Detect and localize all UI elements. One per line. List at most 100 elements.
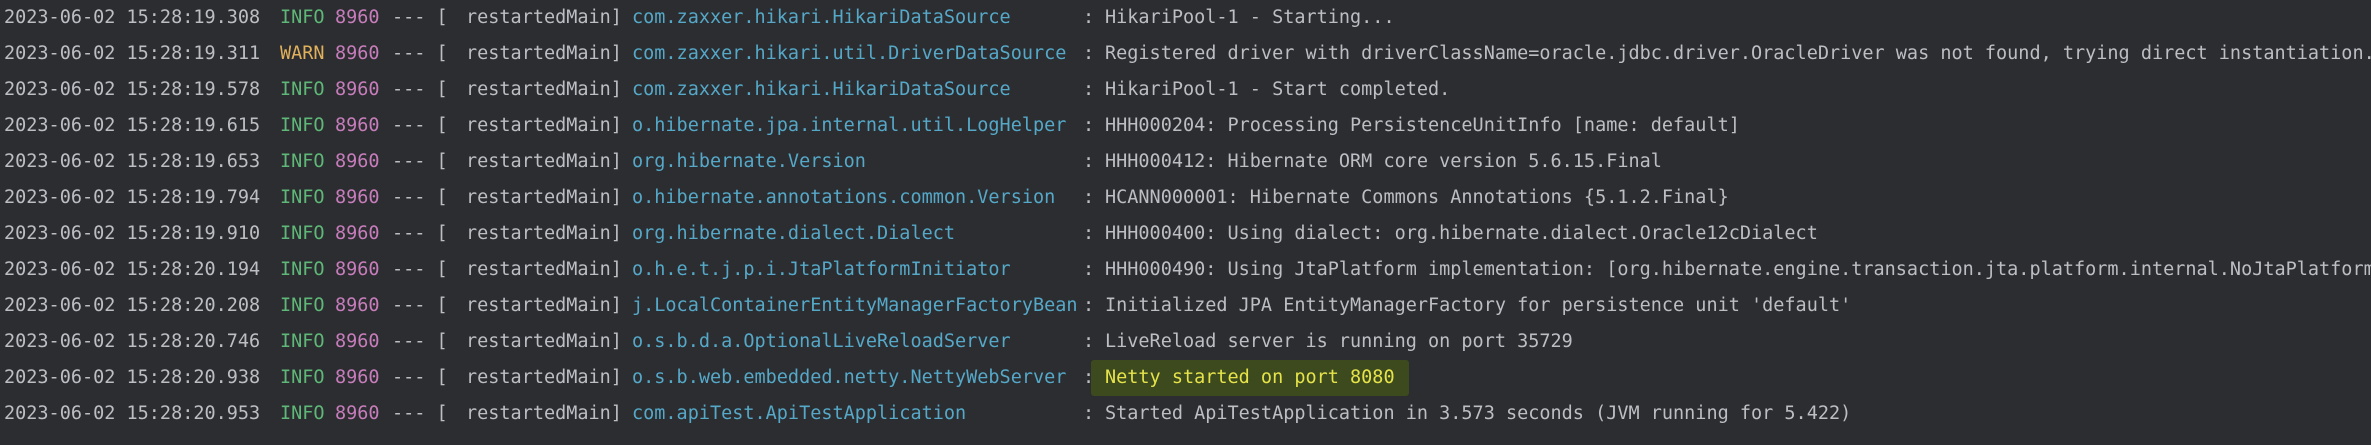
log-level: INFO [280,151,325,172]
log-colon: : [1083,79,1095,100]
log-logger[interactable]: com.zaxxer.hikari.HikariDataSource [632,72,1011,108]
log-thread: restartedMain] [466,7,622,28]
log-pid: 8960 [335,403,380,424]
log-level: INFO [280,223,325,244]
log-logger[interactable]: com.zaxxer.hikari.HikariDataSource [632,0,1011,36]
log-line: 2023-06-02 15:28:20.938 INFO 8960 --- [ … [0,360,2371,396]
log-line: 2023-06-02 15:28:19.615 INFO 8960 --- [ … [0,108,2371,144]
log-message: Started ApiTestApplication in 3.573 seco… [1105,403,1852,424]
log-timestamp: 2023-06-02 15:28:20.194 [4,259,261,280]
log-logger[interactable]: com.apiTest.ApiTestApplication [632,396,966,432]
log-line: 2023-06-02 15:28:19.910 INFO 8960 --- [ … [0,216,2371,252]
log-logger[interactable]: o.h.e.t.j.p.i.JtaPlatformInitiator [632,252,1011,288]
log-line: 2023-06-02 15:28:20.194 INFO 8960 --- [ … [0,252,2371,288]
log-line: 2023-06-02 15:28:20.746 INFO 8960 --- [ … [0,324,2371,360]
log-timestamp: 2023-06-02 15:28:20.746 [4,331,261,352]
log-pid: 8960 [335,259,380,280]
log-timestamp: 2023-06-02 15:28:19.311 [4,43,261,64]
log-colon: : [1083,403,1095,424]
log-separator: --- [ [392,331,448,352]
log-level: INFO [280,79,325,100]
log-separator: --- [ [392,367,448,388]
log-timestamp: 2023-06-02 15:28:19.615 [4,115,261,136]
log-timestamp: 2023-06-02 15:28:19.653 [4,151,261,172]
log-logger[interactable]: org.hibernate.Version [632,144,866,180]
console-output[interactable]: 2023-06-02 15:28:19.308 INFO 8960 --- [ … [0,0,2371,445]
log-thread: restartedMain] [466,259,622,280]
log-pid: 8960 [335,223,380,244]
log-timestamp: 2023-06-02 15:28:19.578 [4,79,261,100]
log-message: HHH000400: Using dialect: org.hibernate.… [1105,223,1818,244]
log-thread: restartedMain] [466,367,622,388]
log-message: HHH000490: Using JtaPlatform implementat… [1105,259,2371,280]
log-logger[interactable]: j.LocalContainerEntityManagerFactoryBean [632,288,1078,324]
log-level: WARN [280,43,325,64]
log-level: INFO [280,259,325,280]
log-logger[interactable]: o.hibernate.jpa.internal.util.LogHelper [632,108,1066,144]
log-logger[interactable]: com.zaxxer.hikari.util.DriverDataSource [632,36,1066,72]
log-line: 2023-06-02 15:28:19.308 INFO 8960 --- [ … [0,0,2371,36]
log-line: 2023-06-02 15:28:19.794 INFO 8960 --- [ … [0,180,2371,216]
log-timestamp: 2023-06-02 15:28:19.308 [4,7,261,28]
log-logger[interactable]: o.hibernate.annotations.common.Version [632,180,1055,216]
log-timestamp: 2023-06-02 15:28:20.938 [4,367,261,388]
log-pid: 8960 [335,367,380,388]
log-message: LiveReload server is running on port 357… [1105,331,1573,352]
log-line: 2023-06-02 15:28:19.578 INFO 8960 --- [ … [0,72,2371,108]
log-pid: 8960 [335,79,380,100]
log-colon: : [1083,151,1095,172]
log-timestamp: 2023-06-02 15:28:19.794 [4,187,261,208]
log-thread: restartedMain] [466,403,622,424]
log-separator: --- [ [392,403,448,424]
log-logger[interactable]: org.hibernate.dialect.Dialect [632,216,955,252]
log-thread: restartedMain] [466,187,622,208]
log-level: INFO [280,187,325,208]
log-message: HikariPool-1 - Start completed. [1105,79,1451,100]
log-message: HikariPool-1 - Starting... [1105,7,1395,28]
log-colon: : [1083,187,1095,208]
log-level: INFO [280,403,325,424]
log-level: INFO [280,367,325,388]
log-colon: : [1083,223,1095,244]
log-timestamp: 2023-06-02 15:28:20.208 [4,295,261,316]
log-timestamp: 2023-06-02 15:28:20.953 [4,403,261,424]
log-level: INFO [280,7,325,28]
log-separator: --- [ [392,223,448,244]
log-thread: restartedMain] [466,151,622,172]
log-thread: restartedMain] [466,223,622,244]
log-separator: --- [ [392,295,448,316]
log-pid: 8960 [335,187,380,208]
log-separator: --- [ [392,259,448,280]
log-message: HHH000204: Processing PersistenceUnitInf… [1105,115,1740,136]
log-thread: restartedMain] [466,331,622,352]
log-separator: --- [ [392,151,448,172]
log-separator: --- [ [392,187,448,208]
log-line: 2023-06-02 15:28:19.311 WARN 8960 --- [ … [0,36,2371,72]
log-line: 2023-06-02 15:28:20.953 INFO 8960 --- [ … [0,396,2371,432]
log-separator: --- [ [392,7,448,28]
log-thread: restartedMain] [466,79,622,100]
log-logger[interactable]: o.s.b.web.embedded.netty.NettyWebServer [632,360,1066,396]
log-message: HHH000412: Hibernate ORM core version 5.… [1105,151,1662,172]
log-pid: 8960 [335,295,380,316]
log-line: 2023-06-02 15:28:20.208 INFO 8960 --- [ … [0,288,2371,324]
log-message: Registered driver with driverClassName=o… [1105,43,2371,64]
log-colon: : [1083,115,1095,136]
log-colon: : [1083,259,1095,280]
log-message: HCANN000001: Hibernate Commons Annotatio… [1105,187,1729,208]
log-message: Initialized JPA EntityManagerFactory for… [1105,295,1852,316]
log-thread: restartedMain] [466,115,622,136]
log-level: INFO [280,295,325,316]
log-message-highlighted: Netty started on port 8080 [1091,360,1409,396]
log-colon: : [1083,331,1095,352]
log-colon: : [1083,43,1095,64]
log-level: INFO [280,115,325,136]
log-separator: --- [ [392,43,448,64]
log-pid: 8960 [335,115,380,136]
log-logger[interactable]: o.s.b.d.a.OptionalLiveReloadServer [632,324,1011,360]
log-pid: 8960 [335,43,380,64]
log-line: 2023-06-02 15:28:19.653 INFO 8960 --- [ … [0,144,2371,180]
log-pid: 8960 [335,7,380,28]
log-separator: --- [ [392,115,448,136]
log-thread: restartedMain] [466,43,622,64]
